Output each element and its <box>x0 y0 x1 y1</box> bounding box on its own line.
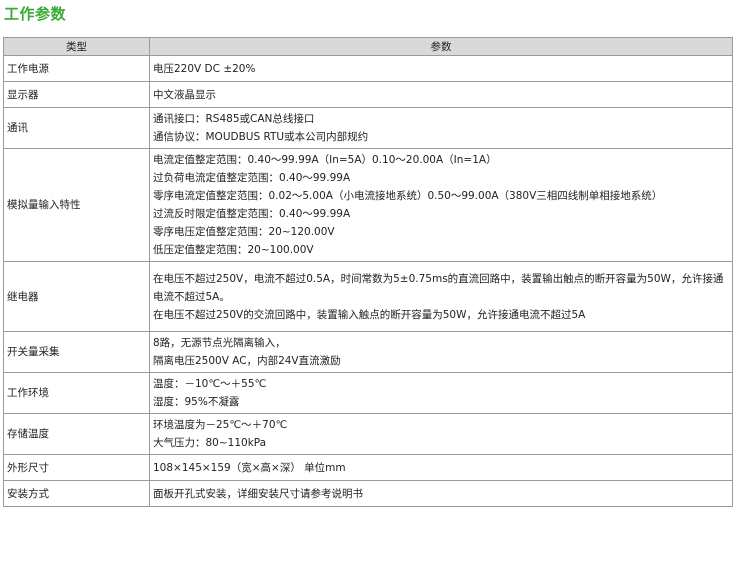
param-line: 环境温度为－25℃～＋70℃ <box>153 419 288 431</box>
table-row: 开关量采集 8路，无源节点光隔离输入， 隔离电压2500V AC，内部24V直流… <box>3 331 733 373</box>
row-params: 中文液晶显示 <box>149 81 733 108</box>
table-header-row: 类型 参数 <box>3 37 733 56</box>
row-category: 模拟量输入特性 <box>3 148 150 262</box>
param-line: 零序电流定值整定范围：0.02～5.00A（小电流接地系统）0.50～99.00… <box>153 190 663 202</box>
row-category: 通讯 <box>3 107 150 149</box>
param-line: 在电压不超过250V的交流回路中，装置输入触点的断开容量为50W，允许接通电流不… <box>153 308 586 321</box>
param-line: 隔离电压2500V AC，内部24V直流激励 <box>153 355 341 367</box>
row-category: 安装方式 <box>3 480 150 507</box>
table-row: 存储温度 环境温度为－25℃～＋70℃ 大气压力：80~110kPa <box>3 413 733 455</box>
table-row: 安装方式 面板开孔式安装，详细安装尺寸请参考说明书 <box>3 480 733 507</box>
row-params: 环境温度为－25℃～＋70℃ 大气压力：80~110kPa <box>149 413 733 455</box>
row-category: 存储温度 <box>3 413 150 455</box>
param-line: 面板开孔式安装，详细安装尺寸请参考说明书 <box>153 487 363 500</box>
param-line: 通信协议：MOUDBUS RTU或本公司内部规约 <box>153 131 369 143</box>
param-line: 通讯接口：RS485或CAN总线接口 <box>153 113 315 125</box>
param-line: 电流定值整定范围：0.40～99.99A（In=5A）0.10～20.00A（I… <box>153 154 497 166</box>
row-params: 电压220V DC ±20% <box>149 55 733 82</box>
param-line: 中文液晶显示 <box>153 88 216 101</box>
param-line: 过流反时限定值整定范围：0.40～99.99A <box>153 208 351 220</box>
row-category: 工作环境 <box>3 372 150 414</box>
table-row: 继电器 在电压不超过250V，电流不超过0.5A，时间常数为5±0.75ms的直… <box>3 261 733 332</box>
table-row: 工作环境 温度：－10℃～＋55℃ 湿度：95%不凝露 <box>3 372 733 414</box>
row-params: 面板开孔式安装，详细安装尺寸请参考说明书 <box>149 480 733 507</box>
row-params: 8路，无源节点光隔离输入， 隔离电压2500V AC，内部24V直流激励 <box>149 331 733 373</box>
row-params: 温度：－10℃～＋55℃ 湿度：95%不凝露 <box>149 372 733 414</box>
param-line: 在电压不超过250V，电流不超过0.5A，时间常数为5±0.75ms的直流回路中… <box>153 272 724 303</box>
table-row: 显示器 中文液晶显示 <box>3 81 733 108</box>
section-title: 工作参数 <box>4 5 67 23</box>
parameters-table: 类型 参数 工作电源 电压220V DC ±20% 显示器 中文液晶显示 通讯 … <box>3 37 733 507</box>
row-params: 电流定值整定范围：0.40～99.99A（In=5A）0.10～20.00A（I… <box>149 148 733 262</box>
param-line: 低压定值整定范围：20~100.00V <box>153 244 314 256</box>
row-params: 在电压不超过250V，电流不超过0.5A，时间常数为5±0.75ms的直流回路中… <box>149 261 733 332</box>
row-category: 工作电源 <box>3 55 150 82</box>
row-params: 108×145×159（宽×高×深） 单位mm <box>149 454 733 481</box>
row-category: 显示器 <box>3 81 150 108</box>
row-category: 开关量采集 <box>3 331 150 373</box>
param-line: 大气压力：80~110kPa <box>153 437 267 449</box>
table-row: 外形尺寸 108×145×159（宽×高×深） 单位mm <box>3 454 733 481</box>
row-params: 通讯接口：RS485或CAN总线接口 通信协议：MOUDBUS RTU或本公司内… <box>149 107 733 149</box>
param-line: 温度：－10℃～＋55℃ <box>153 378 267 390</box>
header-params: 参数 <box>149 37 733 56</box>
param-line: 108×145×159（宽×高×深） 单位mm <box>153 461 346 474</box>
param-line: 零序电压定值整定范围：20~120.00V <box>153 226 335 238</box>
table-row: 工作电源 电压220V DC ±20% <box>3 55 733 82</box>
header-type: 类型 <box>3 37 150 56</box>
param-line: 8路，无源节点光隔离输入， <box>153 337 286 349</box>
table-row: 通讯 通讯接口：RS485或CAN总线接口 通信协议：MOUDBUS RTU或本… <box>3 107 733 149</box>
row-category: 外形尺寸 <box>3 454 150 481</box>
row-category: 继电器 <box>3 261 150 332</box>
table-row: 模拟量输入特性 电流定值整定范围：0.40～99.99A（In=5A）0.10～… <box>3 148 733 262</box>
param-line: 电压220V DC ±20% <box>153 62 256 75</box>
param-line: 过负荷电流定值整定范围：0.40～99.99A <box>153 172 351 184</box>
param-line: 湿度：95%不凝露 <box>153 396 240 408</box>
